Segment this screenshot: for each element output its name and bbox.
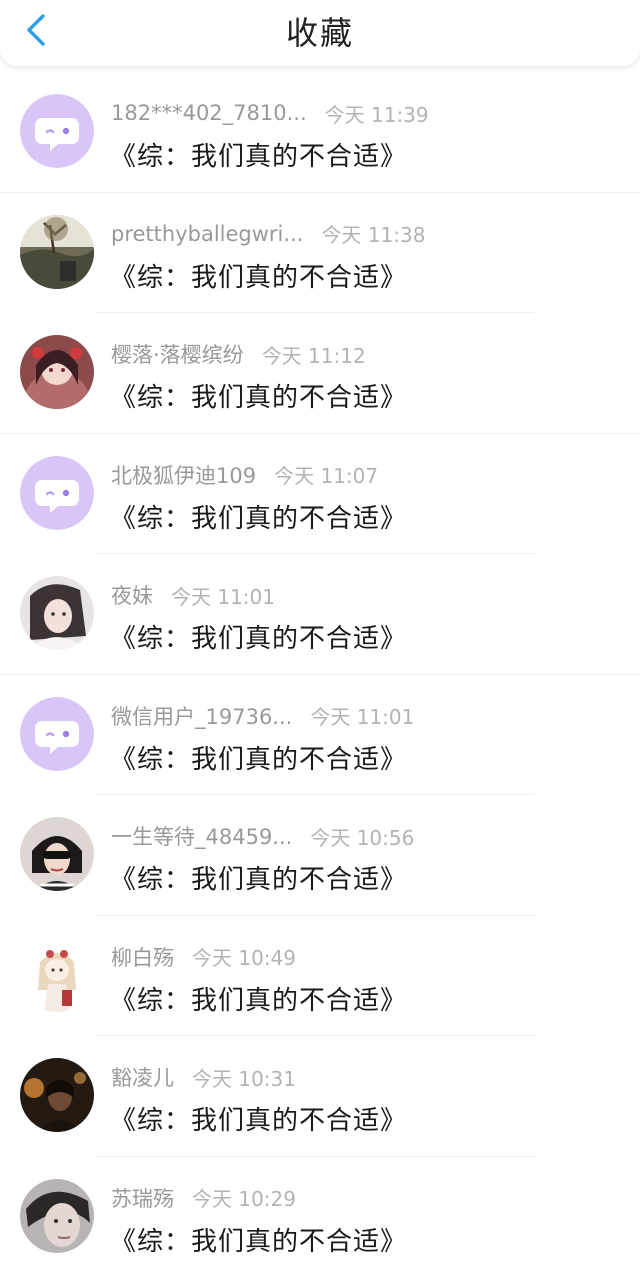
timestamp: 今天 11:12 [261,343,366,368]
username[interactable]: 182***402_7810... [111,101,307,125]
timestamp: 今天 10:29 [192,1187,296,1211]
timestamp: 今天 10:49 [192,946,296,970]
list-item[interactable]: 苏瑞殇 今天 10:29 《综：我们真的不合适》 [0,1157,640,1274]
item-meta: 樱落·落樱缤纷 今天 11:12 [111,339,366,369]
timestamp: 今天 11:07 [274,464,379,488]
username[interactable]: 北极狐伊迪109 [111,460,256,490]
item-meta: pretthyballegwri... 今天 11:38 [111,219,425,249]
username[interactable]: 微信用户_19736... [111,701,292,731]
book-title[interactable]: 《综：我们真的不合适》 [110,859,407,896]
item-meta: 182***402_7810... 今天 11:39 [111,98,429,128]
item-meta: 微信用户_19736... 今天 11:01 [111,701,414,731]
username[interactable]: 一生等待_48459... [111,821,292,851]
avatar[interactable] [20,576,94,650]
avatar[interactable] [20,455,94,530]
timestamp: 今天 11:39 [324,102,429,127]
avatar[interactable] [20,94,94,168]
timestamp: 今天 10:56 [310,825,415,850]
favorites-page: 收藏 182***402_7810... 今天 11:39 《综：我们真的不合适… [0,0,640,1274]
item-meta: 一生等待_48459... 今天 10:56 [111,821,414,851]
page-title: 收藏 [285,14,354,52]
username[interactable]: 柳白殇 [111,942,174,972]
book-title[interactable]: 《综：我们真的不合适》 [110,377,407,414]
list-item[interactable]: 豁凌儿 今天 10:31 《综：我们真的不合适》 [0,1036,640,1157]
item-meta: 柳白殇 今天 10:49 [111,942,296,972]
username[interactable]: 苏瑞殇 [111,1183,174,1213]
favorites-list: 182***402_7810... 今天 11:39 《综：我们真的不合适》 p… [0,72,640,1274]
timestamp: 今天 11:01 [310,705,415,729]
avatar[interactable] [20,937,94,1012]
book-title[interactable]: 《综：我们真的不合适》 [110,1221,407,1258]
book-title[interactable]: 《综：我们真的不合适》 [110,498,407,535]
book-title[interactable]: 《综：我们真的不合适》 [110,1100,407,1137]
book-title[interactable]: 《综：我们真的不合适》 [110,618,407,655]
list-item[interactable]: 樱落·落樱缤纷 今天 11:12 《综：我们真的不合适》 [0,313,640,434]
list-item[interactable]: 北极狐伊迪109 今天 11:07 《综：我们真的不合适》 [0,434,640,554]
item-meta: 夜妹 今天 11:01 [111,580,275,610]
avatar[interactable] [20,214,94,289]
list-item[interactable]: 柳白殇 今天 10:49 《综：我们真的不合适》 [0,916,640,1036]
list-item[interactable]: 夜妹 今天 11:01 《综：我们真的不合适》 [0,554,640,675]
list-item[interactable]: 微信用户_19736... 今天 11:01 《综：我们真的不合适》 [0,675,640,795]
item-meta: 北极狐伊迪109 今天 11:07 [111,460,378,490]
avatar[interactable] [20,817,94,891]
timestamp: 今天 10:31 [192,1066,296,1091]
item-meta: 豁凌儿 今天 10:31 [111,1062,296,1092]
username[interactable]: pretthyballegwri... [111,222,303,246]
list-item[interactable]: 一生等待_48459... 今天 10:56 《综：我们真的不合适》 [0,795,640,916]
timestamp: 今天 11:01 [171,584,275,609]
item-meta: 苏瑞殇 今天 10:29 [111,1183,296,1213]
list-item[interactable]: pretthyballegwri... 今天 11:38 《综：我们真的不合适》 [0,193,640,313]
book-title[interactable]: 《综：我们真的不合适》 [110,980,407,1017]
top-bar: 收藏 [0,0,640,66]
list-item[interactable]: 182***402_7810... 今天 11:39 《综：我们真的不合适》 [0,72,640,193]
username[interactable]: 樱落·落樱缤纷 [111,339,244,369]
avatar[interactable] [20,1058,94,1132]
username[interactable]: 豁凌儿 [111,1062,174,1092]
avatar[interactable] [20,1178,94,1253]
avatar[interactable] [20,335,94,409]
book-title[interactable]: 《综：我们真的不合适》 [110,136,407,173]
username[interactable]: 夜妹 [111,580,153,610]
timestamp: 今天 11:38 [321,223,426,247]
book-title[interactable]: 《综：我们真的不合适》 [110,257,407,294]
avatar[interactable] [20,696,94,771]
book-title[interactable]: 《综：我们真的不合适》 [110,739,407,776]
